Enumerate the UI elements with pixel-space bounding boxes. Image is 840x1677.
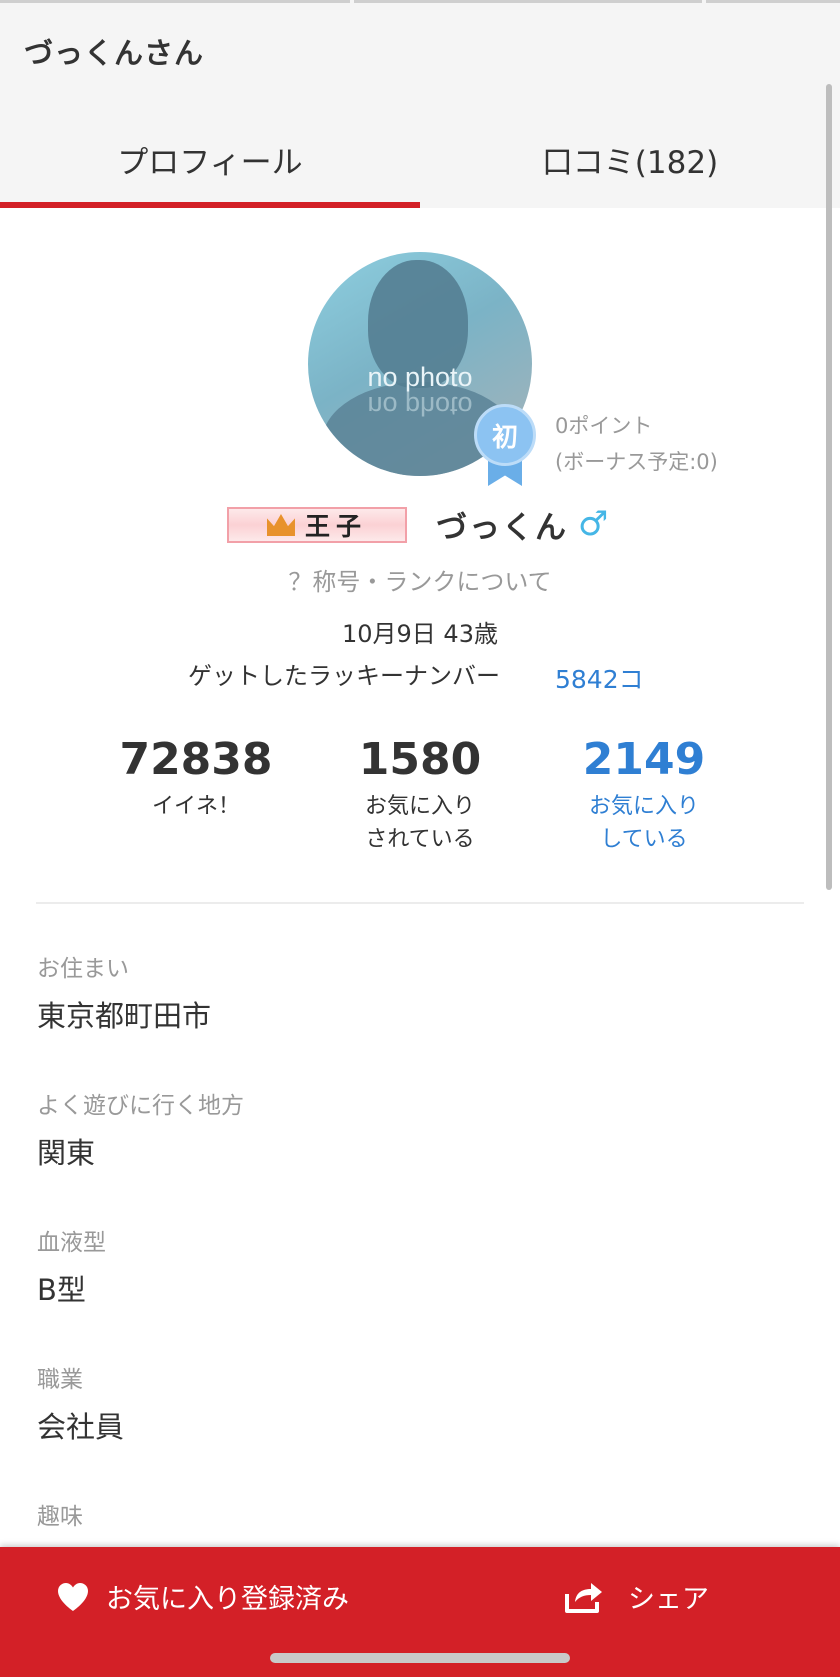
top-dividers <box>0 0 840 4</box>
favorited-by-count: 1580 <box>358 734 482 785</box>
bottom-action-bar: お気に入り登録済み シェア <box>0 1547 840 1677</box>
birthday-age: 10月9日 43歳 <box>342 620 498 648</box>
field-value: 東京都町田市 <box>37 999 212 1033</box>
rank-title-text: 王子 <box>304 512 367 541</box>
no-photo-text: no photo <box>367 362 473 392</box>
tab-bar: プロフィール 口コミ(182) <box>0 110 840 208</box>
badge-disc: 初 <box>474 404 536 466</box>
share-button-label: シェア <box>628 1584 709 1615</box>
likes-label: イイネ！ <box>151 794 240 819</box>
rank-title-badge: 王子 <box>227 507 407 543</box>
field-value: 会社員 <box>37 1410 125 1444</box>
share-icon <box>565 1582 602 1613</box>
field-residence: お住まい 東京都町田市 <box>37 953 211 1037</box>
points-info: 0ポイント (ボーナス予定:0) <box>555 408 718 480</box>
field-hobby: 趣味 <box>37 1501 83 1543</box>
scrollbar[interactable] <box>826 84 832 890</box>
home-indicator[interactable] <box>270 1653 570 1663</box>
field-blood-type: 血液型 B型 <box>37 1227 106 1311</box>
stat-likes: 72838 イイネ！ <box>96 730 296 823</box>
field-label: 血液型 <box>37 1230 106 1256</box>
section-divider <box>36 902 804 904</box>
field-value: 関東 <box>37 1136 96 1170</box>
male-icon: ♂ <box>578 504 609 544</box>
beginner-badge-icon: 初 <box>474 404 536 486</box>
favorited-by-label-1: お気に入り <box>364 794 475 819</box>
lucky-number-link[interactable]: 5842コ <box>555 660 644 696</box>
favorited-by-label-2: されている <box>365 827 475 852</box>
stat-favoriting[interactable]: 2149 お気に入り している <box>544 730 744 856</box>
page-title: づっくんさん <box>24 36 205 70</box>
rank-info-link[interactable]: ？称号・ランクについて <box>0 562 840 597</box>
field-value: B型 <box>37 1273 86 1307</box>
user-name: づっくん <box>436 510 568 546</box>
share-button[interactable]: シェア <box>564 1577 709 1616</box>
crown-icon <box>266 514 295 536</box>
top-header: づっくんさん プロフィール 口コミ(182) <box>0 0 840 208</box>
favorite-button[interactable]: お気に入り登録済み <box>56 1577 349 1616</box>
favoriting-count[interactable]: 2149 <box>544 730 744 790</box>
likes-count: 72838 <box>119 734 273 785</box>
field-occupation: 職業 会社員 <box>37 1364 124 1448</box>
favoriting-label-1[interactable]: お気に入り <box>544 790 744 823</box>
bonus-points: (ボーナス予定:0) <box>555 450 718 474</box>
field-label: お住まい <box>37 956 129 982</box>
heart-icon <box>58 1582 88 1611</box>
field-region: よく遊びに行く地方 関東 <box>37 1090 244 1174</box>
points-value: 0ポイント <box>555 414 653 438</box>
favorite-button-label: お気に入り登録済み <box>106 1584 349 1615</box>
tab-profile[interactable]: プロフィール <box>0 110 420 208</box>
field-label: 職業 <box>37 1367 83 1393</box>
favoriting-label-2[interactable]: している <box>544 823 744 856</box>
tab-reviews[interactable]: 口コミ(182) <box>420 110 840 208</box>
stat-favorited-by: 1580 お気に入り されている <box>320 730 520 856</box>
field-label: よく遊びに行く地方 <box>37 1093 244 1119</box>
lucky-number-label: ゲットしたラッキーナンバー <box>188 662 500 690</box>
field-label: 趣味 <box>37 1504 83 1530</box>
